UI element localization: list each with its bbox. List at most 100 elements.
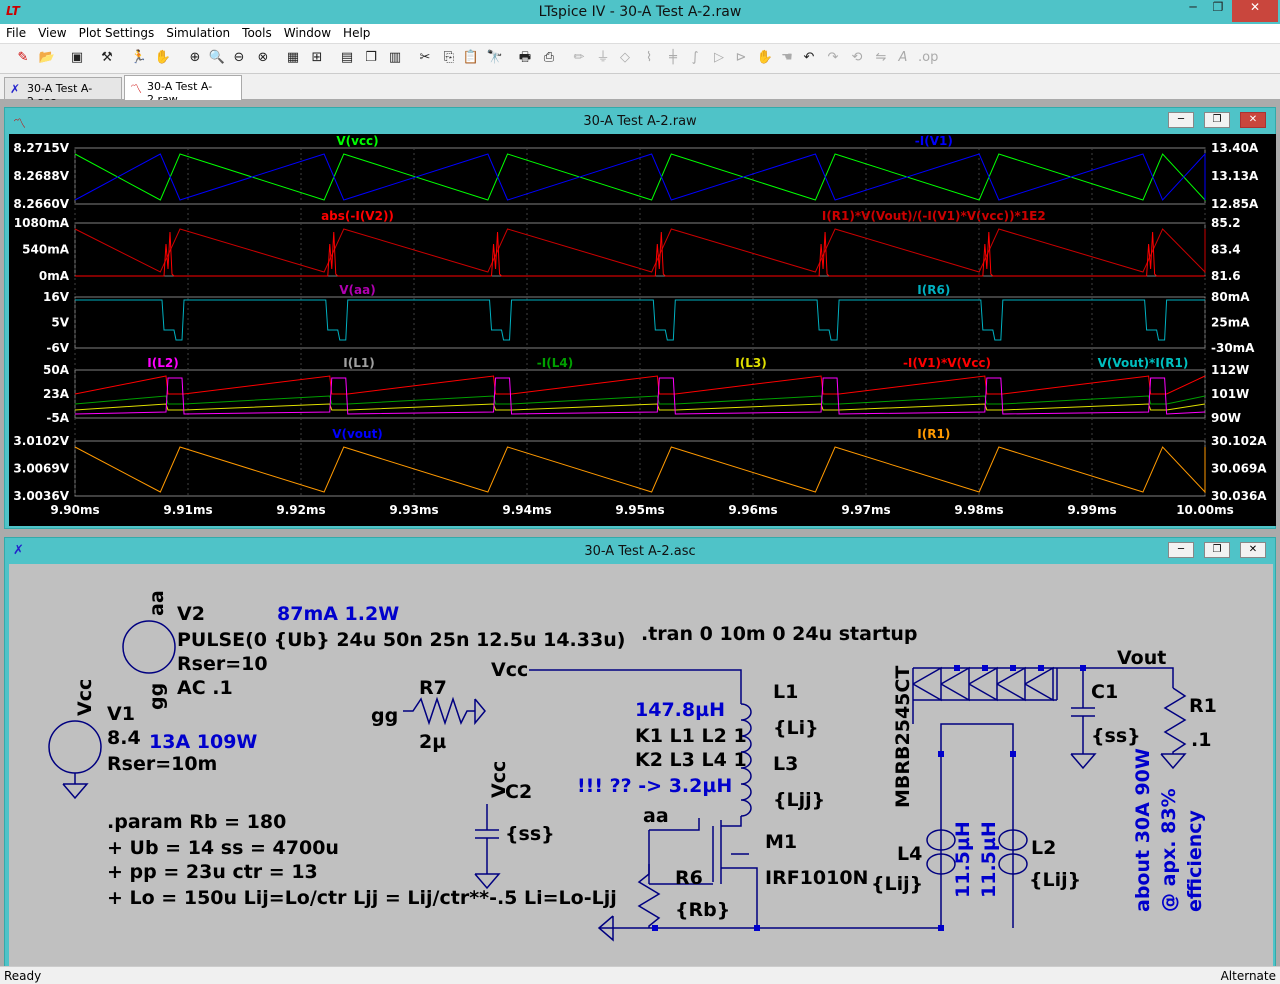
wire-icon[interactable]: ✏ (570, 49, 588, 67)
v1-value[interactable]: 8.4 (107, 727, 141, 749)
r7-name[interactable]: R7 (419, 677, 447, 699)
l4-name[interactable]: L4 (897, 843, 922, 865)
tab-schematic[interactable]: ✗30-A Test A-2.asc (4, 77, 122, 108)
param-line-2[interactable]: + Ub = 14 ss = 4700u (107, 837, 339, 859)
param-line-1[interactable]: .param Rb = 180 (107, 811, 286, 833)
v2-rser[interactable]: Rser=10 (177, 653, 268, 675)
c1-value[interactable]: {ss} (1091, 725, 1141, 747)
c2-name[interactable]: C2 (505, 781, 532, 803)
tile-vertical-icon[interactable]: ▥ (386, 49, 404, 67)
menu-tools[interactable]: Tools (236, 24, 278, 40)
r1-value[interactable]: .1 (1191, 729, 1211, 751)
l2-value[interactable]: {Lij} (1029, 869, 1081, 891)
cascade-icon[interactable]: ❐ (362, 49, 380, 67)
minimize-button[interactable]: ─ (1180, 0, 1206, 22)
plot-area[interactable]: 8.2715V 8.2688V 8.2660V 13.40A 13.13A 12.85A V… (9, 134, 1276, 526)
menu-plot-settings[interactable]: Plot Settings (73, 24, 161, 40)
r1-name[interactable]: R1 (1189, 695, 1217, 717)
l3-name[interactable]: L3 (773, 753, 798, 775)
v2-ac[interactable]: AC .1 (177, 677, 233, 699)
node-vcc-label[interactable]: Vcc (491, 659, 528, 681)
find-icon[interactable]: 🔭 (486, 49, 504, 67)
v2-symbol[interactable] (122, 620, 176, 674)
print-icon[interactable]: ⎙ (540, 49, 558, 67)
schematic-close-button[interactable]: ✕ (1240, 542, 1266, 558)
menu-file[interactable]: File (0, 24, 32, 40)
v1-power-note[interactable]: 13A 109W (149, 731, 257, 753)
print-setup-icon[interactable]: 🖶 (516, 49, 534, 67)
cut-icon[interactable]: ✂ (416, 49, 434, 67)
waveform-minimize-button[interactable]: ─ (1168, 112, 1194, 128)
zoom-in-icon[interactable]: ⊕ (186, 49, 204, 67)
menu-window[interactable]: Window (278, 24, 337, 40)
mirror-icon[interactable]: ⇋ (872, 49, 890, 67)
node-vcc-v1[interactable]: Vcc (74, 679, 96, 716)
node-gg-r7[interactable]: gg (371, 705, 398, 727)
l1-name[interactable]: L1 (773, 681, 798, 703)
v2-value[interactable]: PULSE(0 {Ub} 24u 50n 25n 12.5u 14.33u) (177, 629, 625, 651)
close-button[interactable]: ✕ (1232, 0, 1278, 22)
waveform-plot[interactable]: 8.2715V 8.2688V 8.2660V 13.40A 13.13A 12.85A V… (9, 134, 1276, 526)
menu-simulation[interactable]: Simulation (160, 24, 236, 40)
component-icon[interactable]: ⊳ (732, 49, 750, 67)
r6-value[interactable]: {Rb} (675, 899, 730, 921)
menu-view[interactable]: View (32, 24, 72, 40)
v1-rser[interactable]: Rser=10m (107, 753, 217, 775)
label-icon[interactable]: ◇ (616, 49, 634, 67)
r7-value[interactable]: 2µ (419, 731, 446, 753)
r1-symbol[interactable] (1163, 687, 1187, 754)
autorange-icon[interactable]: ▦ (284, 49, 302, 67)
l4-value[interactable]: {Lij} (871, 873, 923, 895)
coupling-k2[interactable]: K2 L3 L4 1 (635, 749, 747, 771)
resistor-icon[interactable]: ⌇ (640, 49, 658, 67)
param-line-3[interactable]: + pp = 23u ctr = 13 (107, 861, 318, 883)
m1-value[interactable]: IRF1010N (765, 867, 868, 889)
zoom-fit-icon[interactable]: ⊗ (254, 49, 272, 67)
undo-icon[interactable]: ↶ (800, 49, 818, 67)
l2-name[interactable]: L2 (1031, 837, 1056, 859)
v2-power-note[interactable]: 87mA 1.2W (277, 603, 399, 625)
m1-name[interactable]: M1 (765, 831, 797, 853)
move-icon[interactable]: ✋ (756, 49, 774, 67)
menu-help[interactable]: Help (337, 24, 376, 40)
tran-directive[interactable]: .tran 0 10m 0 24u startup (641, 623, 918, 645)
schematic-drawing[interactable]: V2 PULSE(0 {Ub} 24u 50n 25n 12.5u 14.33u… (9, 564, 1273, 968)
paste-icon[interactable]: 📋 (462, 49, 480, 67)
halt-icon[interactable]: ✋ (154, 49, 172, 67)
efficiency-note-1[interactable]: about 30A 90W (1132, 748, 1154, 912)
node-gg-v2[interactable]: gg (146, 683, 168, 710)
v1-symbol[interactable] (48, 720, 102, 774)
l4-inductance-note[interactable]: 11.5µH (952, 821, 974, 898)
open-icon[interactable]: 📂 (38, 49, 56, 67)
text-icon[interactable]: A (894, 49, 912, 67)
node-aa-m1[interactable]: aa (643, 805, 669, 827)
grid-icon[interactable]: ⊞ (308, 49, 326, 67)
zoom-out-icon[interactable]: ⊖ (230, 49, 248, 67)
r6-name[interactable]: R6 (675, 867, 703, 889)
l1-inductance-note[interactable]: 147.8µH (635, 699, 725, 721)
control-panel-icon[interactable]: ⚒ (98, 49, 116, 67)
node-aa-v2[interactable]: aa (146, 590, 168, 616)
capacitor-icon[interactable]: ╪ (664, 49, 682, 67)
tab-waveform[interactable]: 〽30-A Test A-2.raw (124, 75, 242, 106)
run-icon[interactable]: 🏃 (130, 49, 148, 67)
rotate-icon[interactable]: ⟲ (848, 49, 866, 67)
spice-directive-icon[interactable]: .op (918, 49, 938, 67)
new-schematic-icon[interactable]: ✎ (14, 49, 32, 67)
copy-icon[interactable]: ⎘ (440, 49, 458, 67)
l3-value[interactable]: {Ljj} (773, 789, 825, 811)
restore-button[interactable]: ❐ (1206, 0, 1230, 22)
schematic-minimize-button[interactable]: ─ (1168, 542, 1194, 558)
node-vout[interactable]: Vout (1117, 647, 1166, 669)
diode-array[interactable] (912, 666, 1054, 702)
zoom-area-icon[interactable]: 🔍 (208, 49, 226, 67)
r7-symbol[interactable] (403, 696, 475, 726)
v2-name[interactable]: V2 (177, 603, 205, 625)
efficiency-note-3[interactable]: efficiency (1184, 809, 1206, 912)
schematic-restore-button[interactable]: ❐ (1204, 542, 1230, 558)
redo-icon[interactable]: ↷ (824, 49, 842, 67)
l3-inductance-note[interactable]: !!! ?? -> 3.2µH (577, 775, 732, 797)
c2-value[interactable]: {ss} (505, 823, 555, 845)
param-line-4[interactable]: + Lo = 150u Lij=Lo/ctr Ljj = Lij/ctr**-.… (107, 887, 617, 909)
save-icon[interactable]: ▣ (68, 49, 86, 67)
